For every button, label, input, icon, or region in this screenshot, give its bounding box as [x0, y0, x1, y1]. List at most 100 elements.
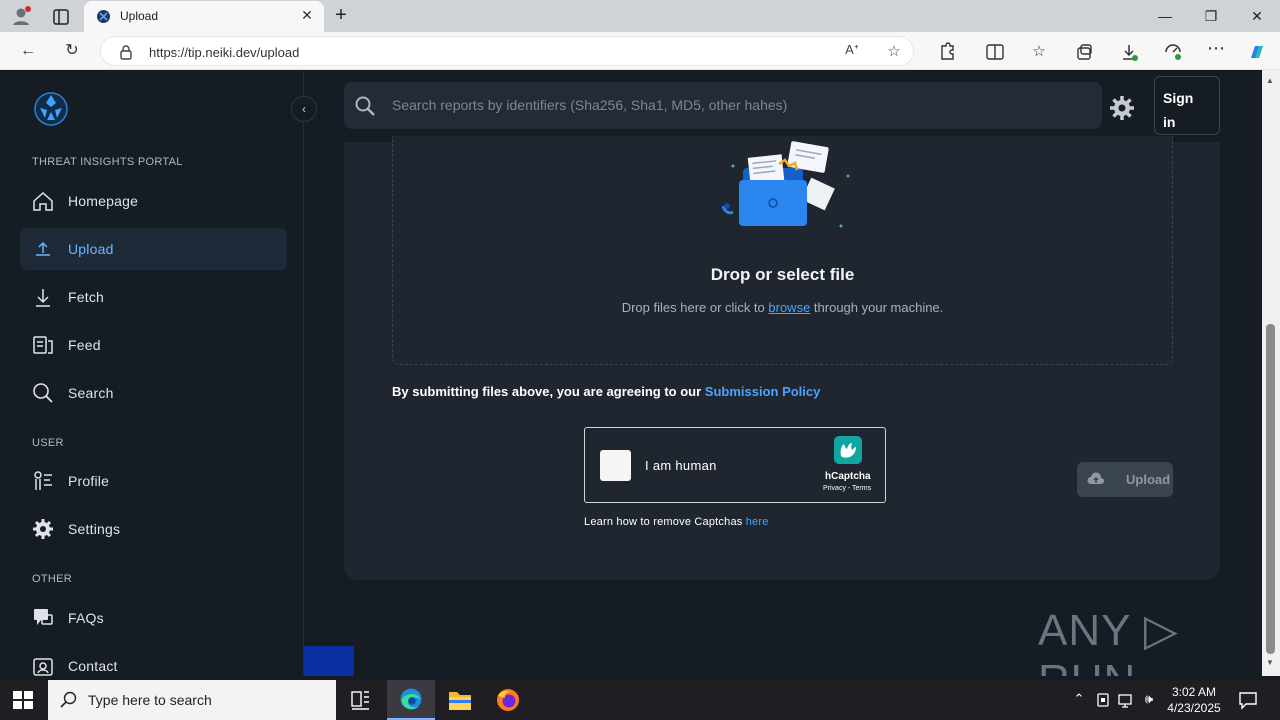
read-aloud-icon[interactable]: Aᐩ [841, 42, 863, 58]
lock-icon[interactable] [119, 44, 133, 60]
file-explorer-icon[interactable] [436, 680, 484, 720]
tray-overflow-icon[interactable]: ⌃ [1070, 691, 1088, 709]
favorite-star-icon[interactable]: ☆ [883, 42, 905, 60]
network-icon[interactable] [1117, 691, 1135, 709]
windows-taskbar: Type here to search ⌃ 🕪 3:02 AM 4/23/202… [0, 680, 1280, 720]
sidebar-item-label: Search [68, 385, 114, 401]
favorites-icon[interactable]: ☆ [1028, 42, 1050, 62]
upload-button-label: Upload [1126, 472, 1171, 487]
cloud-upload-icon [1087, 472, 1104, 484]
tray-device-icon[interactable] [1094, 691, 1112, 709]
section-label-other: OTHER [32, 573, 72, 585]
site-favicon-icon [97, 10, 110, 23]
submission-agreement: By submitting files above, you are agree… [392, 384, 820, 399]
sidebar-collapse-button[interactable]: ‹ [291, 96, 317, 122]
upload-icon [36, 241, 50, 256]
report-search-input[interactable]: Search reports by identifiers (Sha256, S… [344, 82, 1102, 129]
sidebar-item-fetch[interactable]: Fetch [20, 276, 287, 318]
drop-subtitle: Drop files here or click to browse throu… [393, 300, 1172, 315]
clock-time: 3:02 AM [1171, 685, 1217, 699]
sign-in-label-line1: Sign [1163, 90, 1194, 106]
taskbar-search-input[interactable]: Type here to search [48, 680, 336, 720]
sign-in-label-line2: in [1163, 114, 1176, 130]
taskbar-search-placeholder: Type here to search [88, 692, 212, 708]
drop-title: Drop or select file [710, 265, 855, 284]
sign-in-button[interactable]: Sign in [1154, 76, 1220, 135]
sidebar-item-faqs[interactable]: FAQs [20, 597, 287, 639]
sidebar-item-label: Homepage [68, 193, 139, 209]
captcha-label: I am human [645, 458, 717, 473]
page-viewport: THREAT INSIGHTS PORTAL Homepage Upload F… [4, 70, 1262, 676]
tab-actions-icon[interactable] [50, 7, 72, 27]
extensions-icon[interactable] [936, 42, 958, 62]
submission-policy-link[interactable]: Submission Policy [705, 384, 821, 399]
captcha-help-text: Learn how to remove Captchas [584, 516, 746, 528]
task-view-icon[interactable] [336, 680, 384, 720]
search-icon [60, 691, 77, 708]
scrollbar-thumb[interactable] [1266, 324, 1275, 654]
edge-browser-icon[interactable] [387, 680, 435, 720]
split-screen-icon[interactable] [984, 42, 1006, 62]
hcaptcha-widget: I am human hCaptcha Privacy - Terms [584, 427, 886, 503]
captcha-terms-link[interactable]: Privacy - Terms [823, 485, 871, 492]
search-placeholder: Search reports by identifiers (Sha256, S… [392, 97, 788, 113]
contact-icon [33, 658, 53, 676]
scroll-up-arrow-icon[interactable]: ▲ [1266, 76, 1274, 85]
sidebar-item-profile[interactable]: Profile [20, 460, 287, 502]
page-scrollbar[interactable]: ▲ ▼ [1262, 70, 1280, 676]
sidebar-item-label: Fetch [68, 289, 105, 305]
new-tab-button[interactable]: + [330, 4, 352, 26]
sidebar-item-label: Settings [68, 521, 121, 537]
file-dropzone[interactable]: Drop or select file Drop files here or c… [392, 136, 1173, 365]
drop-subtitle-text: Drop files here or click to [621, 300, 769, 315]
back-arrow-icon[interactable]: ← [16, 40, 40, 62]
captcha-help: Learn how to remove Captchas here [584, 516, 769, 528]
scroll-down-arrow-icon[interactable]: ▼ [1266, 658, 1274, 667]
blue-block-decoration [304, 646, 354, 676]
profile-avatar-icon[interactable] [10, 6, 32, 26]
maximize-button[interactable]: ❐ [1188, 4, 1234, 28]
volume-icon[interactable]: 🕪 [1140, 691, 1158, 709]
notifications-icon[interactable] [1238, 690, 1258, 710]
performance-icon[interactable] [1162, 42, 1184, 62]
home-icon [33, 191, 53, 211]
sidebar-item-homepage[interactable]: Homepage [20, 180, 287, 222]
sidebar-item-label: Feed [68, 337, 101, 353]
firefox-icon[interactable] [484, 680, 532, 720]
neiki-logo-icon[interactable] [32, 90, 70, 128]
copilot-icon[interactable] [1246, 42, 1268, 62]
tab-upload[interactable]: Upload ✕ [84, 1, 324, 32]
clock-date: 4/23/2025 [1167, 701, 1221, 715]
sidebar-item-contact[interactable]: Contact [20, 645, 287, 676]
sidebar-item-feed[interactable]: Feed [20, 324, 287, 366]
sidebar-item-upload[interactable]: Upload [20, 228, 287, 270]
browser-toolbar: ← ↻ https://tip.neiki.dev/upload Aᐩ ☆ ☆ … [0, 32, 1280, 70]
settings-gear-icon[interactable] [1108, 94, 1136, 122]
windows-start-icon[interactable] [12, 690, 34, 710]
captcha-help-link[interactable]: here [746, 516, 769, 528]
minimize-button[interactable]: — [1142, 4, 1188, 28]
refresh-icon[interactable]: ↻ [60, 40, 84, 62]
sidebar-item-search[interactable]: Search [20, 372, 287, 414]
downloads-icon[interactable] [1118, 42, 1140, 62]
more-menu-icon[interactable]: ⋯ [1205, 38, 1227, 58]
sidebar-item-label: FAQs [68, 610, 104, 626]
anyrun-watermark: ANY ▷ RUN [1038, 606, 1179, 676]
close-tab-icon[interactable]: ✕ [298, 7, 316, 24]
section-label-user: USER [32, 437, 64, 449]
address-bar[interactable]: https://tip.neiki.dev/upload Aᐩ ☆ [100, 36, 914, 66]
sidebar-item-label: Profile [68, 473, 110, 489]
captcha-brand: hCaptcha [825, 471, 871, 482]
collections-icon[interactable] [1073, 42, 1095, 62]
section-label-portal: THREAT INSIGHTS PORTAL [32, 156, 183, 168]
sidebar-item-settings[interactable]: Settings [20, 508, 287, 550]
search-icon [33, 383, 53, 403]
close-window-button[interactable]: ✕ [1234, 4, 1280, 28]
browse-link[interactable]: browse [768, 300, 810, 315]
upload-button[interactable]: Upload [1077, 462, 1173, 497]
taskbar-clock[interactable]: 3:02 AM 4/23/2025 [1158, 684, 1230, 716]
url-text[interactable]: https://tip.neiki.dev/upload [149, 45, 299, 60]
drop-subtitle-text-end: through your machine. [810, 300, 944, 315]
captcha-checkbox[interactable] [600, 450, 631, 481]
agreement-text: By submitting files above, you are agree… [392, 384, 705, 399]
